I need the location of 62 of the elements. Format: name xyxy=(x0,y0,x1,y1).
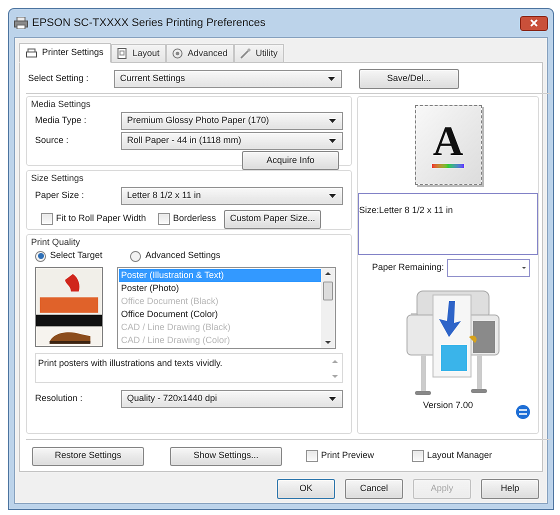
dialog-button[interactable]: OK xyxy=(277,479,335,499)
group-title: Media Settings xyxy=(31,98,92,110)
checkbox-label: Fit to Roll Paper Width xyxy=(56,212,146,226)
dropdown-caret-icon xyxy=(328,77,335,81)
dropdown-caret-icon xyxy=(329,118,336,122)
radio-label: Advanced Settings xyxy=(145,249,220,262)
lines-icon xyxy=(518,408,528,416)
color-bar xyxy=(432,164,464,168)
show-settings-button[interactable]: Show Settings... xyxy=(170,446,282,466)
page-icon xyxy=(116,48,128,59)
dialog-button[interactable]: Help xyxy=(481,479,539,499)
checkbox[interactable] xyxy=(41,213,53,225)
close-icon xyxy=(530,19,538,27)
checkbox[interactable] xyxy=(158,213,170,225)
list-item[interactable]: Poster (Photo) xyxy=(119,282,321,295)
dropdown[interactable]: Premium Glossy Photo Paper (170) xyxy=(121,112,343,130)
printer-icon xyxy=(14,17,28,29)
radio-button[interactable] xyxy=(130,250,142,262)
group-title: Size Settings xyxy=(31,172,85,184)
tab[interactable]: Printer Settings xyxy=(19,43,111,63)
dialog-button[interactable]: Cancel xyxy=(345,479,403,499)
save-delete-button[interactable]: Save/Del... xyxy=(359,69,459,89)
sample-letter: A xyxy=(432,122,464,162)
circle-icon xyxy=(172,48,183,59)
radio-button[interactable] xyxy=(35,250,46,262)
setting-dropdown[interactable]: Current Settings xyxy=(114,70,342,88)
checkbox-label: Borderless xyxy=(173,212,216,226)
tab[interactable]: Utility xyxy=(234,44,284,62)
checkbox-label: Print Preview xyxy=(321,449,374,462)
radio-label: Select Target xyxy=(50,249,102,262)
version-text: Version 7.00 xyxy=(422,399,474,412)
field-label: Paper Size : xyxy=(35,189,86,202)
paper-size-dropdown[interactable]: Letter 8 1/2 x 11 in xyxy=(121,187,343,205)
restore-settings-button[interactable]: Restore Settings xyxy=(32,446,144,466)
dropdown-caret-icon xyxy=(329,397,336,401)
field-label: Media Type : xyxy=(35,114,88,127)
checkbox[interactable] xyxy=(306,450,318,462)
resolution-dropdown[interactable]: Quality - 720x1440 dpi xyxy=(121,390,343,408)
printer-icon xyxy=(26,48,37,58)
list-item[interactable]: Office Document (Color) xyxy=(119,308,321,321)
field-label: Select Setting : xyxy=(27,72,90,86)
dropdown-caret-icon xyxy=(329,194,336,198)
dropdown-caret-icon xyxy=(522,267,526,269)
size-info-box: Size:Letter 8 1/2 x 11 in xyxy=(358,193,538,255)
field-label: Source : xyxy=(35,134,70,147)
description-text: Print posters with illustrations and texts vividly. xyxy=(37,357,224,370)
window-title: EPSON SC-TXXXX Series Printing Preferences xyxy=(32,16,266,31)
dropdown[interactable]: Roll Paper - 44 in (1118 mm) xyxy=(121,132,343,150)
dropdown-caret-icon xyxy=(329,138,336,142)
checkbox[interactable] xyxy=(412,450,424,462)
custom-paper-size-button[interactable]: Custom Paper Size... xyxy=(224,210,322,228)
paper-remaining-field[interactable] xyxy=(447,259,530,277)
pen-icon xyxy=(240,48,251,59)
acquire-info-button[interactable]: Acquire Info xyxy=(242,151,339,170)
close-button[interactable] xyxy=(520,16,548,30)
tab[interactable]: Advanced xyxy=(166,44,234,62)
field-label: Resolution : xyxy=(35,392,84,406)
checkbox-label: Layout Manager xyxy=(427,449,492,462)
group-title: Print Quality xyxy=(31,236,82,248)
details-button[interactable] xyxy=(516,405,530,419)
tab[interactable]: Layout xyxy=(110,44,166,62)
field-label: Paper Remaining: xyxy=(372,261,444,274)
